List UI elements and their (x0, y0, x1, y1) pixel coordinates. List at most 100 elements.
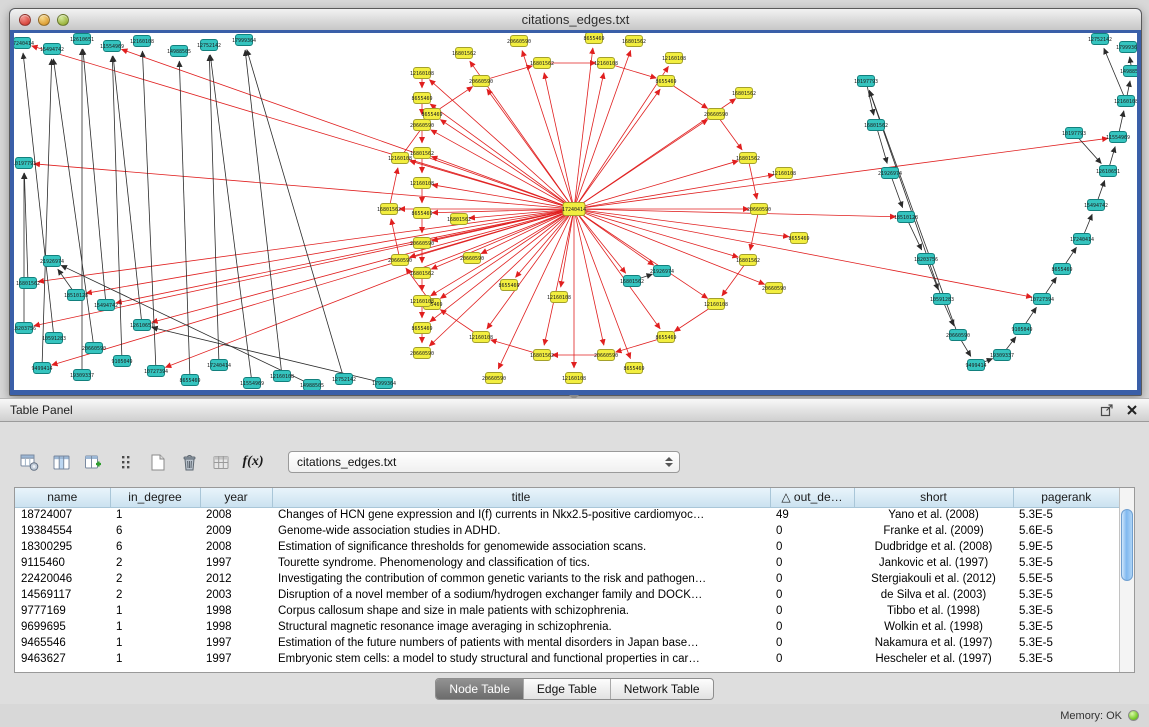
graph-edge (34, 164, 574, 209)
minimize-button[interactable] (38, 14, 50, 26)
column-header-name[interactable]: name (15, 488, 110, 507)
new-column-button[interactable] (78, 448, 108, 476)
table-scrollbar[interactable] (1119, 488, 1134, 672)
table-cell: 9465546 (15, 635, 110, 651)
column-header-short[interactable]: short (854, 488, 1013, 507)
graph-node-label: 20660590 (469, 79, 493, 85)
graph-node-label: 10197793 (854, 79, 878, 85)
graph-node-label: 19309337 (70, 373, 94, 379)
table-row[interactable]: 969969511998Structural magnetic resonanc… (15, 619, 1119, 635)
graph-node-label: 17999364 (372, 381, 396, 387)
graph-edge (83, 49, 106, 305)
graph-node-label: 14988505 (300, 383, 324, 389)
table-cell: 0 (770, 587, 854, 603)
table-cell: 5.3E-5 (1013, 507, 1119, 523)
graph-node-label: 18510128 (64, 293, 88, 299)
table-row[interactable]: 1830029562008Estimation of significance … (15, 539, 1119, 555)
create-table-icon (148, 453, 167, 472)
graph-node-label: 8655469 (498, 283, 519, 289)
table-cell: 9115460 (15, 555, 110, 571)
graph-node-label: 16801562 (622, 39, 646, 45)
select-columns-button[interactable] (46, 448, 76, 476)
column-header-in-degree[interactable]: in_degree (110, 488, 200, 507)
graph-node-label: 20660590 (482, 376, 506, 382)
close-panel-icon[interactable] (1124, 403, 1139, 418)
table-source-select[interactable]: citations_edges.txt (288, 451, 680, 473)
graph-node-label: 21926974 (878, 171, 902, 177)
graph-edge (574, 209, 738, 257)
combo-stepper-icon (665, 457, 675, 467)
tab-edge-table[interactable]: Edge Table (523, 679, 610, 699)
table-row[interactable]: 2242004622012Investigating the contribut… (15, 571, 1119, 587)
window-titlebar[interactable]: citations_edges.txt (10, 9, 1141, 31)
table-cell: Changes of HCN gene expression and I(f) … (272, 507, 770, 523)
selected-table-name: citations_edges.txt (297, 455, 665, 469)
graph-node-label: 12160108 (469, 335, 493, 341)
graph-node-label: 20660590 (747, 207, 771, 213)
column-header-year[interactable]: year (200, 488, 272, 507)
graph-node-label: 16801562 (736, 156, 760, 162)
graph-node-label: 17240414 (207, 363, 231, 369)
graph-node-label: 16801562 (447, 217, 471, 223)
function-icon: f(x) (243, 454, 264, 470)
table-cell: Stergiakouli et al. (2012) (854, 571, 1013, 587)
column-header-out-degree[interactable]: △ out_de… (770, 488, 854, 507)
table-cell: Disruption of a novel member of a sodium… (272, 587, 770, 603)
table-cell: Investigating the contribution of common… (272, 571, 770, 587)
graph-node-label: 10197793 (1062, 131, 1086, 137)
toolbar-buttons: f(x) (14, 448, 270, 476)
delete-columns-button[interactable] (174, 448, 204, 476)
create-table-button[interactable] (142, 448, 172, 476)
row-selection-mode-button[interactable] (110, 448, 140, 476)
import-table-button[interactable] (206, 448, 236, 476)
graph-node-label: 16801562 (530, 353, 554, 359)
table-cell: 1998 (200, 619, 272, 635)
table-row[interactable]: 977716911998Corpus callosum shape and si… (15, 603, 1119, 619)
graph-node-label: 9105049 (1011, 327, 1032, 333)
graph-node-label: 20660590 (762, 286, 786, 292)
table-row[interactable]: 946554611997Estimation of the future num… (15, 635, 1119, 651)
table-cell: 0 (770, 651, 854, 667)
table-row[interactable]: 1456911722003Disruption of a novel membe… (15, 587, 1119, 603)
table-body: 1872400712008Changes of HCN gene express… (15, 507, 1119, 667)
table-cell: 2 (110, 555, 200, 571)
network-canvas[interactable]: 1724041415494742126106511155496912160108… (14, 33, 1137, 390)
graph-node-label: 8655469 (421, 112, 442, 118)
graph-node-label: 17240414 (1070, 237, 1094, 243)
scrollbar-thumb[interactable] (1121, 509, 1133, 581)
import-table-icon (212, 453, 231, 472)
table-row[interactable]: 946362711997Embryonic stem cells: a mode… (15, 651, 1119, 667)
table-cell: 6 (110, 523, 200, 539)
graph-edge (574, 138, 1108, 209)
graph-node-label: 8655469 (655, 335, 676, 341)
column-header-pagerank[interactable]: pagerank (1013, 488, 1119, 507)
table-row[interactable]: 1938455462009Genome-wide association stu… (15, 523, 1119, 539)
column-settings-button[interactable] (14, 448, 44, 476)
table-row[interactable]: 911546021997Tourette syndrome. Phenomeno… (15, 555, 1119, 571)
delete-columns-icon (180, 453, 199, 472)
graph-node-label: 12160108 (562, 376, 586, 382)
graph-edge (430, 104, 574, 209)
table-cell: 5.3E-5 (1013, 587, 1119, 603)
function-builder-button[interactable]: f(x) (238, 448, 268, 476)
close-button[interactable] (19, 14, 31, 26)
table-cell: 9463627 (15, 651, 110, 667)
table-cell: 2012 (200, 571, 272, 587)
tab-network-table[interactable]: Network Table (610, 679, 713, 699)
table-panel: Table Panel f(x) citations_edges.txt (0, 398, 1149, 704)
select-columns-icon (52, 453, 71, 472)
graph-node-label: 16801562 (620, 279, 644, 285)
table-cell: 18724007 (15, 507, 110, 523)
graph-node-label: 20660590 (946, 333, 970, 339)
new-column-icon (84, 453, 103, 472)
table-cell: 5.5E-5 (1013, 571, 1119, 587)
table-row[interactable]: 1872400712008Changes of HCN gene express… (15, 507, 1119, 523)
zoom-button[interactable] (57, 14, 69, 26)
table-cell: 14569117 (15, 587, 110, 603)
float-panel-icon[interactable] (1099, 403, 1114, 418)
column-header-title[interactable]: title (272, 488, 770, 507)
graph-node-label: 14988505 (1120, 69, 1137, 75)
graph-node-label: 18510128 (894, 215, 918, 221)
tab-node-table[interactable]: Node Table (436, 679, 523, 699)
graph-node-label: 12752142 (1088, 37, 1112, 43)
